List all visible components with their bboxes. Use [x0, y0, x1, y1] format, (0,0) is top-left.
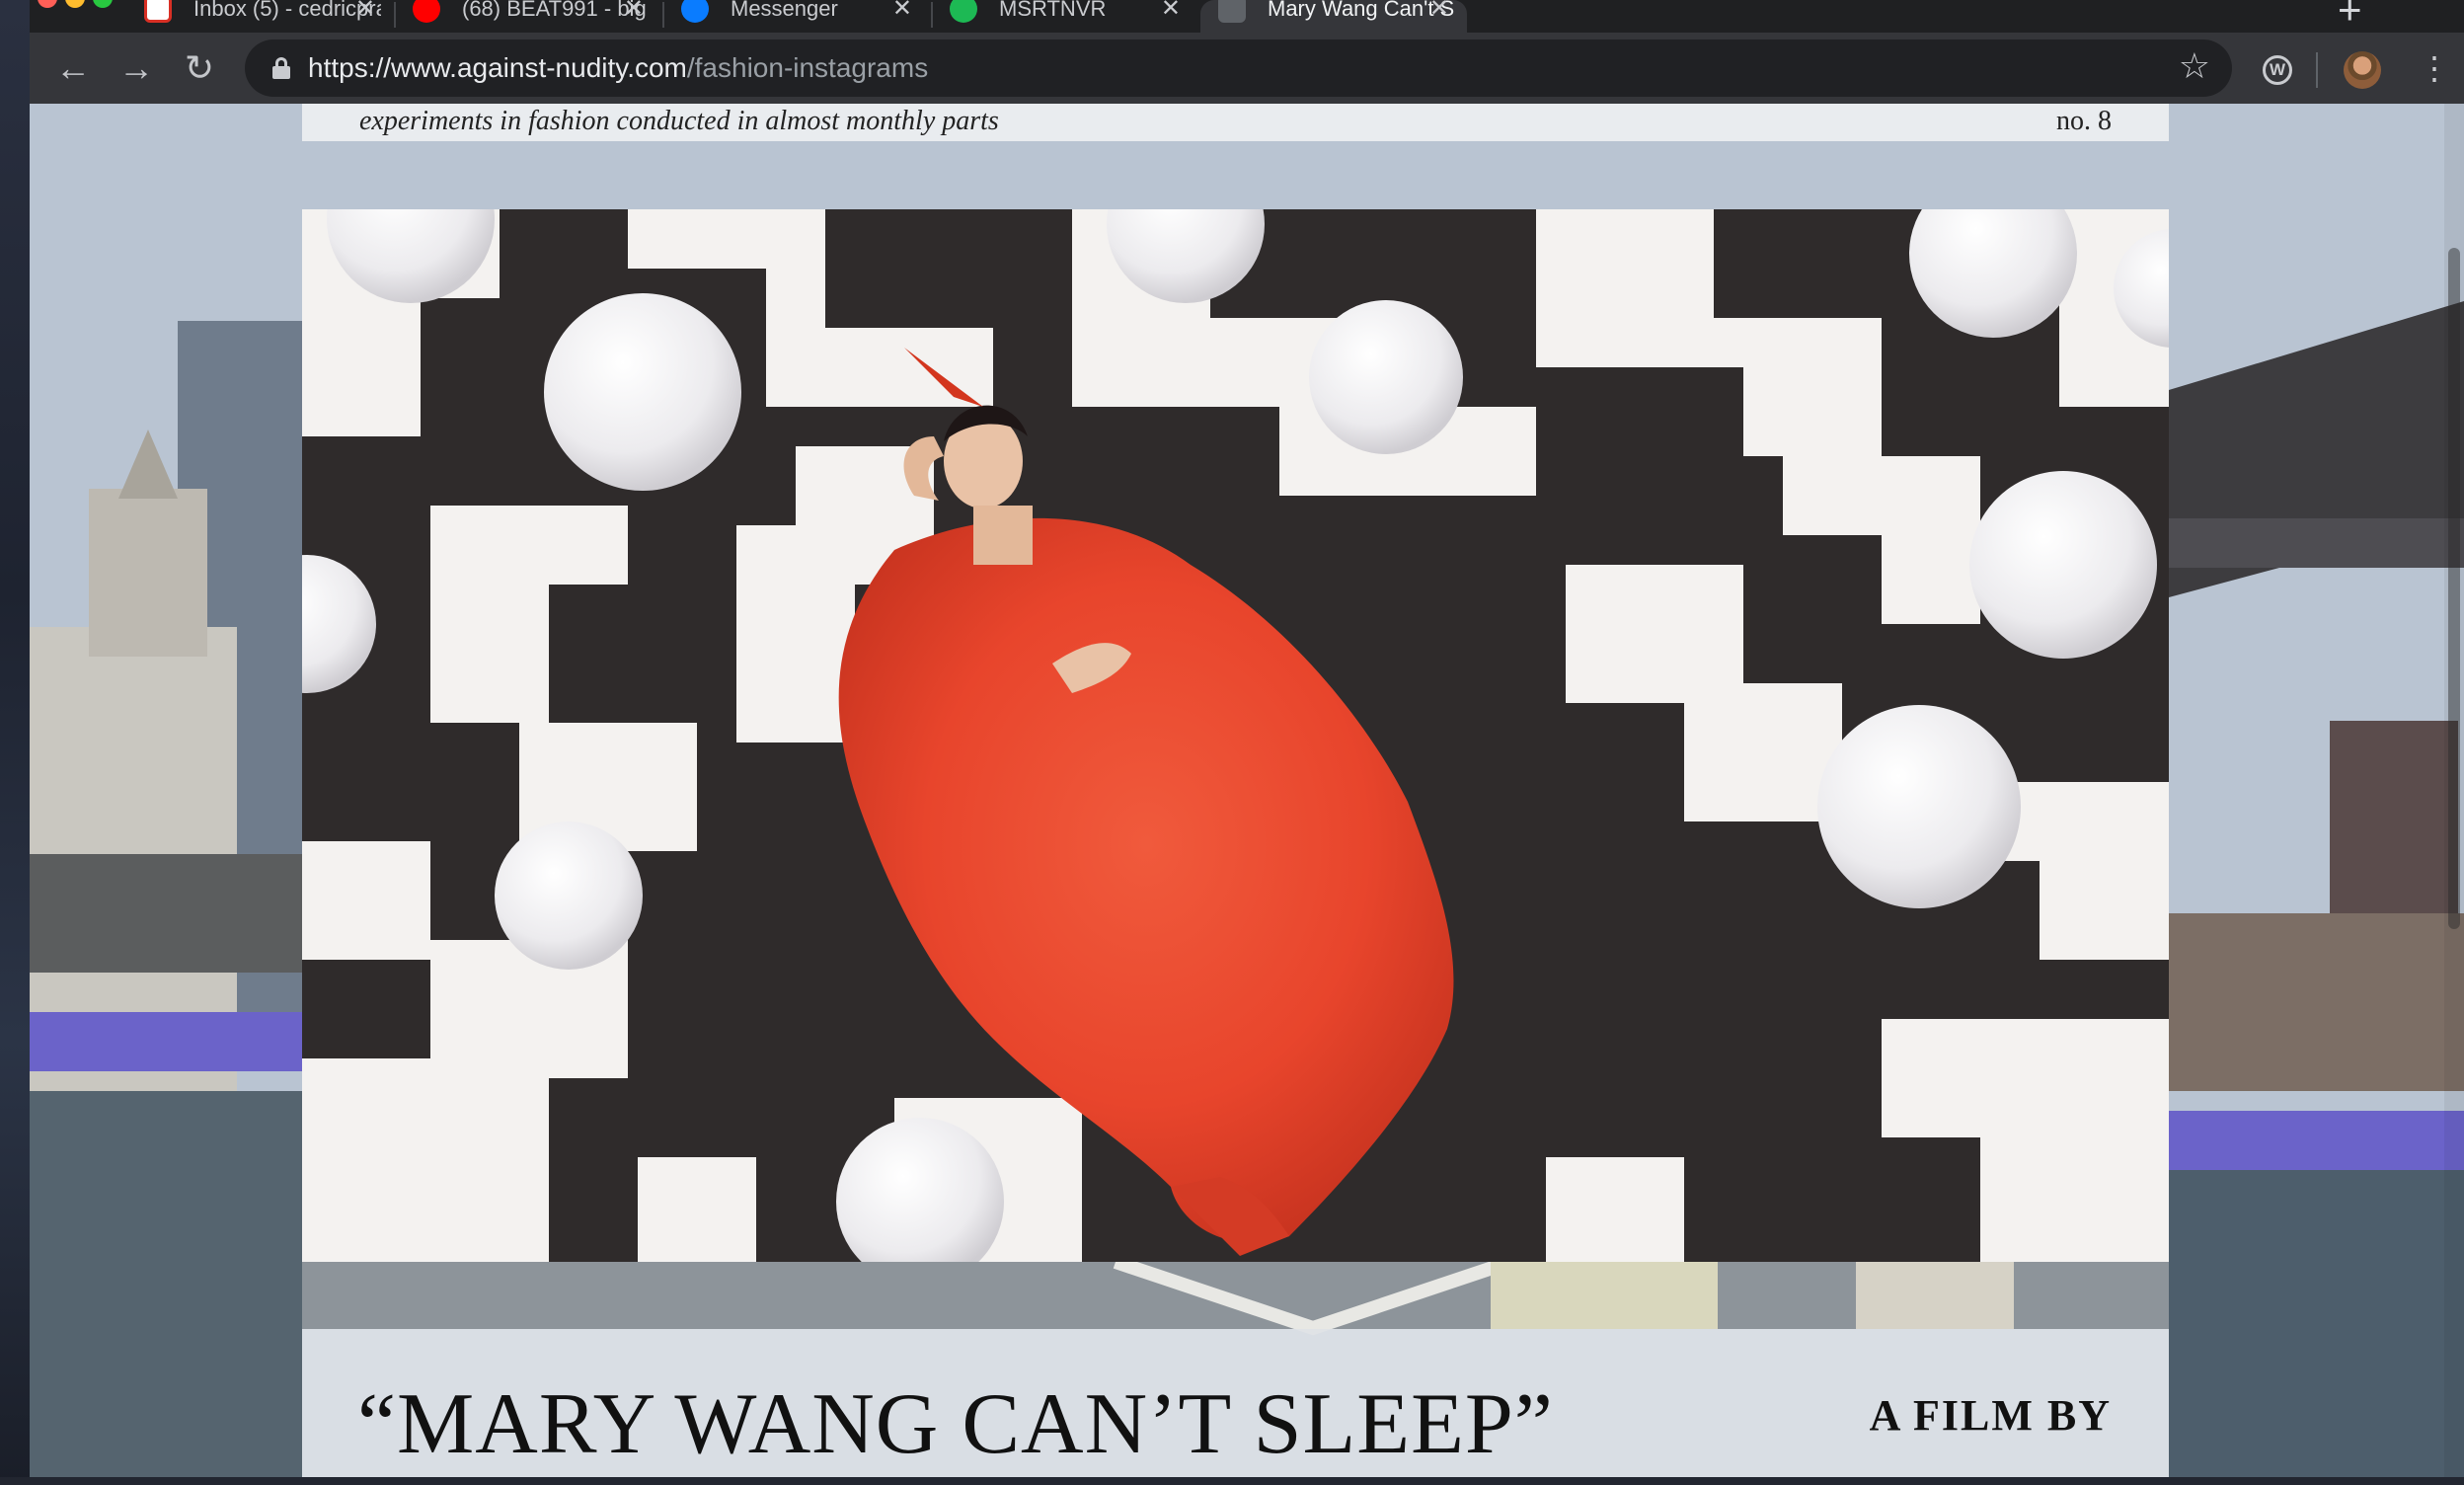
tab-strip: Inbox (5) - cedricpradel@g ✕ (68) BEAT99…	[30, 0, 2464, 33]
extension-label: W	[2269, 60, 2286, 79]
minimize-window-icon[interactable]	[65, 0, 85, 8]
forward-button[interactable]: →	[115, 46, 158, 90]
browser-toolbar: ← → ↻ https://www.against-nudity.com/fas…	[30, 33, 2464, 104]
desktop-background	[0, 0, 30, 1485]
address-bar[interactable]: https://www.against-nudity.com/fashion-i…	[245, 39, 2232, 97]
desktop-dock-edge	[0, 1477, 2464, 1485]
back-button[interactable]: ←	[51, 46, 95, 90]
film-by-label: A FILM BY	[1869, 1391, 2112, 1440]
scrollbar-thumb[interactable]	[2448, 248, 2460, 929]
youtube-icon	[413, 0, 440, 23]
url-path: /fashion-instagrams	[686, 52, 929, 83]
extension-w-icon[interactable]: W	[2263, 55, 2292, 85]
messenger-icon	[681, 0, 709, 23]
arrow-right-icon: →	[118, 47, 154, 88]
spotify-icon	[950, 0, 977, 23]
series-subtitle: experiments in fashion conducted in almo…	[359, 106, 999, 136]
hero-image[interactable]	[302, 209, 2169, 1262]
film-title-strip: “MARY WANG CAN’T SLEEP” A FILM BY	[302, 1329, 2169, 1477]
tab-youtube[interactable]: (68) BEAT991 - big world ✕	[395, 0, 661, 33]
url-host: https://www.against-nudity.com	[308, 52, 687, 83]
url-text[interactable]: https://www.against-nudity.com/fashion-i…	[308, 52, 928, 84]
tab-title: (68) BEAT991 - big world	[462, 0, 650, 21]
close-tab-icon[interactable]: ✕	[624, 0, 644, 23]
lock-icon	[272, 57, 290, 79]
tab-messenger[interactable]: Messenger ✕	[663, 0, 930, 33]
close-tab-icon[interactable]: ✕	[1429, 0, 1449, 23]
tab-title: MSRTNVR	[999, 0, 1107, 21]
page-header-strip: experiments in fashion conducted in almo…	[302, 104, 2169, 141]
page-viewport: experiments in fashion conducted in almo…	[30, 104, 2464, 1477]
tab-gmail[interactable]: Inbox (5) - cedricpradel@g ✕	[126, 0, 393, 33]
browser-menu-icon[interactable]: ⋮	[2419, 46, 2450, 90]
close-window-icon[interactable]	[38, 0, 57, 8]
tab-spotify[interactable]: MSRTNVR ✕	[932, 0, 1198, 33]
issue-number: no. 8	[2056, 106, 2112, 136]
reload-icon: ↻	[184, 47, 215, 88]
tab-title: Mary Wang Can't Sleep	[1268, 0, 1455, 21]
bookmark-star-icon[interactable]: ☆	[2179, 45, 2210, 87]
new-tab-button[interactable]: +	[2338, 0, 2362, 34]
close-tab-icon[interactable]: ✕	[1161, 0, 1181, 23]
close-tab-icon[interactable]: ✕	[892, 0, 912, 23]
maximize-window-icon[interactable]	[93, 0, 113, 8]
gmail-icon	[144, 0, 172, 23]
page-scrollbar[interactable]	[2444, 104, 2464, 1477]
hero-photo-illustration	[302, 209, 2169, 1262]
reload-button[interactable]: ↻	[178, 46, 221, 90]
toolbar-separator	[2316, 52, 2318, 88]
close-tab-icon[interactable]: ✕	[355, 0, 375, 23]
tab-active-page[interactable]: Mary Wang Can't Sleep ✕	[1200, 0, 1467, 33]
tab-title: Messenger	[731, 0, 838, 21]
page-icon	[1218, 0, 1246, 23]
film-title: “MARY WANG CAN’T SLEEP”	[357, 1376, 1554, 1472]
arrow-left-icon: ←	[55, 47, 91, 88]
profile-avatar[interactable]	[2344, 51, 2381, 89]
tab-title: Inbox (5) - cedricpradel@g	[193, 0, 381, 21]
browser-window: Inbox (5) - cedricpradel@g ✕ (68) BEAT99…	[30, 0, 2464, 1477]
